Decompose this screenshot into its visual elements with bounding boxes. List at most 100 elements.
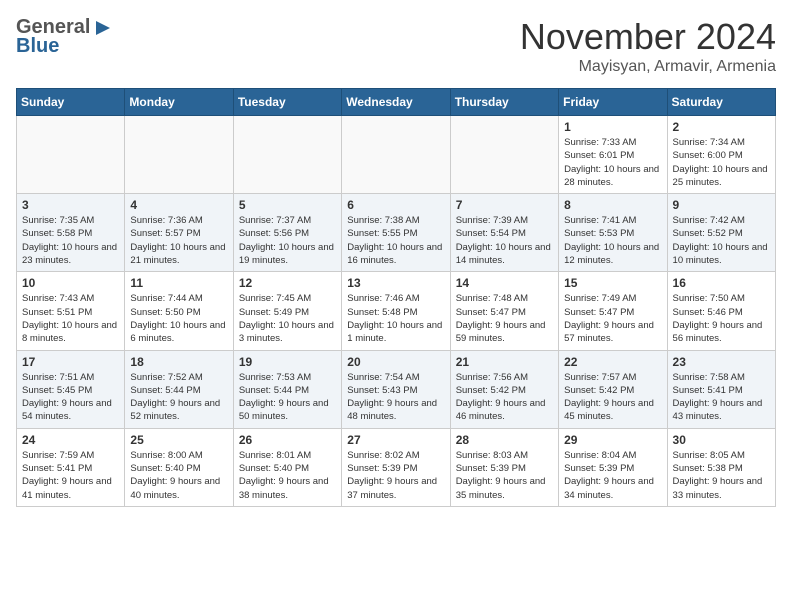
calendar-day-cell: 28 Sunrise: 8:03 AMSunset: 5:39 PMDayligh… — [450, 428, 558, 506]
day-info: Sunrise: 7:42 AMSunset: 5:52 PMDaylight:… — [673, 214, 770, 267]
day-info: Sunrise: 7:59 AMSunset: 5:41 PMDaylight:… — [22, 449, 119, 502]
day-info: Sunrise: 7:53 AMSunset: 5:44 PMDaylight:… — [239, 371, 336, 424]
calendar-header-friday: Friday — [559, 89, 667, 116]
calendar-day-cell: 6 Sunrise: 7:38 AMSunset: 5:55 PMDaylight… — [342, 194, 450, 272]
day-info: Sunrise: 7:46 AMSunset: 5:48 PMDaylight:… — [347, 292, 444, 345]
day-number: 27 — [347, 433, 444, 447]
day-number: 9 — [673, 198, 770, 212]
day-info: Sunrise: 8:01 AMSunset: 5:40 PMDaylight:… — [239, 449, 336, 502]
calendar-day-cell: 18 Sunrise: 7:52 AMSunset: 5:44 PMDayligh… — [125, 350, 233, 428]
calendar-day-cell: 23 Sunrise: 7:58 AMSunset: 5:41 PMDayligh… — [667, 350, 775, 428]
day-number: 19 — [239, 355, 336, 369]
location-subtitle: Mayisyan, Armavir, Armenia — [520, 58, 776, 76]
day-info: Sunrise: 7:58 AMSunset: 5:41 PMDaylight:… — [673, 371, 770, 424]
day-info: Sunrise: 8:02 AMSunset: 5:39 PMDaylight:… — [347, 449, 444, 502]
calendar-day-cell: 5 Sunrise: 7:37 AMSunset: 5:56 PMDaylight… — [233, 194, 341, 272]
day-number: 13 — [347, 276, 444, 290]
month-title: November 2024 — [520, 16, 776, 58]
calendar-day-cell: 11 Sunrise: 7:44 AMSunset: 5:50 PMDayligh… — [125, 272, 233, 350]
day-number: 23 — [673, 355, 770, 369]
calendar-day-cell: 22 Sunrise: 7:57 AMSunset: 5:42 PMDayligh… — [559, 350, 667, 428]
day-info: Sunrise: 7:50 AMSunset: 5:46 PMDaylight:… — [673, 292, 770, 345]
calendar-day-cell — [125, 116, 233, 194]
calendar-day-cell — [17, 116, 125, 194]
day-info: Sunrise: 7:35 AMSunset: 5:58 PMDaylight:… — [22, 214, 119, 267]
day-number: 11 — [130, 276, 227, 290]
calendar-day-cell — [233, 116, 341, 194]
calendar-header-row: SundayMondayTuesdayWednesdayThursdayFrid… — [17, 89, 776, 116]
calendar-day-cell: 21Sunrise: 7:56 AMSunset: 5:42 PMDayligh… — [450, 350, 558, 428]
day-info: Sunrise: 7:38 AMSunset: 5:55 PMDaylight:… — [347, 214, 444, 267]
day-info: Sunrise: 8:03 AMSunset: 5:39 PMDaylight:… — [456, 449, 553, 502]
day-info: Sunrise: 7:51 AMSunset: 5:45 PMDaylight:… — [22, 371, 119, 424]
day-number: 26 — [239, 433, 336, 447]
calendar-day-cell: 24 Sunrise: 7:59 AMSunset: 5:41 PMDayligh… — [17, 428, 125, 506]
day-info: Sunrise: 7:37 AMSunset: 5:56 PMDaylight:… — [239, 214, 336, 267]
day-number: 10 — [22, 276, 119, 290]
day-number: 5 — [239, 198, 336, 212]
day-info: Sunrise: 7:34 AMSunset: 6:00 PMDaylight:… — [673, 136, 770, 189]
day-info: Sunrise: 8:00 AMSunset: 5:40 PMDaylight:… — [130, 449, 227, 502]
day-number: 3 — [22, 198, 119, 212]
calendar-day-cell: 17 Sunrise: 7:51 AMSunset: 5:45 PMDayligh… — [17, 350, 125, 428]
day-number: 15 — [564, 276, 661, 290]
day-number: 4 — [130, 198, 227, 212]
day-number: 30 — [673, 433, 770, 447]
calendar-header-thursday: Thursday — [450, 89, 558, 116]
calendar-day-cell: 1Sunrise: 7:33 AMSunset: 6:01 PMDaylight… — [559, 116, 667, 194]
calendar-day-cell: 27 Sunrise: 8:02 AMSunset: 5:39 PMDayligh… — [342, 428, 450, 506]
calendar-week-row: 17 Sunrise: 7:51 AMSunset: 5:45 PMDayligh… — [17, 350, 776, 428]
day-info: Sunrise: 8:05 AMSunset: 5:38 PMDaylight:… — [673, 449, 770, 502]
day-info: Sunrise: 7:33 AMSunset: 6:01 PMDaylight:… — [564, 136, 661, 189]
calendar-day-cell: 19 Sunrise: 7:53 AMSunset: 5:44 PMDayligh… — [233, 350, 341, 428]
day-number: 18 — [130, 355, 227, 369]
calendar-header-wednesday: Wednesday — [342, 89, 450, 116]
calendar-day-cell — [450, 116, 558, 194]
page-header: General Blue November 2024 Mayisyan, Arm… — [16, 16, 776, 76]
day-number: 12 — [239, 276, 336, 290]
calendar-day-cell: 9 Sunrise: 7:42 AMSunset: 5:52 PMDaylight… — [667, 194, 775, 272]
day-number: 16 — [673, 276, 770, 290]
day-info: Sunrise: 7:44 AMSunset: 5:50 PMDaylight:… — [130, 292, 227, 345]
day-number: 7 — [456, 198, 553, 212]
day-number: 28 — [456, 433, 553, 447]
calendar-day-cell: 3 Sunrise: 7:35 AMSunset: 5:58 PMDaylight… — [17, 194, 125, 272]
calendar-week-row: 10Sunrise: 7:43 AMSunset: 5:51 PMDayligh… — [17, 272, 776, 350]
calendar-week-row: 24 Sunrise: 7:59 AMSunset: 5:41 PMDayligh… — [17, 428, 776, 506]
day-number: 6 — [347, 198, 444, 212]
day-info: Sunrise: 7:54 AMSunset: 5:43 PMDaylight:… — [347, 371, 444, 424]
calendar-day-cell: 20 Sunrise: 7:54 AMSunset: 5:43 PMDayligh… — [342, 350, 450, 428]
calendar-week-row: 1Sunrise: 7:33 AMSunset: 6:01 PMDaylight… — [17, 116, 776, 194]
calendar-day-cell: 14Sunrise: 7:48 AMSunset: 5:47 PMDayligh… — [450, 272, 558, 350]
day-info: Sunrise: 7:45 AMSunset: 5:49 PMDaylight:… — [239, 292, 336, 345]
day-info: Sunrise: 8:04 AMSunset: 5:39 PMDaylight:… — [564, 449, 661, 502]
calendar-day-cell — [342, 116, 450, 194]
calendar-header-saturday: Saturday — [667, 89, 775, 116]
logo-blue-text: Blue — [16, 35, 59, 58]
calendar-day-cell: 30 Sunrise: 8:05 AMSunset: 5:38 PMDayligh… — [667, 428, 775, 506]
day-number: 2 — [673, 120, 770, 134]
day-number: 21 — [456, 355, 553, 369]
day-info: Sunrise: 7:57 AMSunset: 5:42 PMDaylight:… — [564, 371, 661, 424]
title-area: November 2024 Mayisyan, Armavir, Armenia — [520, 16, 776, 76]
day-info: Sunrise: 7:41 AMSunset: 5:53 PMDaylight:… — [564, 214, 661, 267]
day-number: 22 — [564, 355, 661, 369]
calendar-day-cell: 12 Sunrise: 7:45 AMSunset: 5:49 PMDayligh… — [233, 272, 341, 350]
day-info: Sunrise: 7:36 AMSunset: 5:57 PMDaylight:… — [130, 214, 227, 267]
calendar-day-cell: 16 Sunrise: 7:50 AMSunset: 5:46 PMDayligh… — [667, 272, 775, 350]
day-number: 14 — [456, 276, 553, 290]
calendar-day-cell: 25Sunrise: 8:00 AMSunset: 5:40 PMDayligh… — [125, 428, 233, 506]
calendar-header-monday: Monday — [125, 89, 233, 116]
day-number: 17 — [22, 355, 119, 369]
day-number: 24 — [22, 433, 119, 447]
logo: General Blue — [16, 16, 112, 58]
calendar-day-cell: 29 Sunrise: 8:04 AMSunset: 5:39 PMDayligh… — [559, 428, 667, 506]
logo-flag-icon — [94, 19, 112, 37]
calendar-day-cell: 7Sunrise: 7:39 AMSunset: 5:54 PMDaylight… — [450, 194, 558, 272]
day-number: 8 — [564, 198, 661, 212]
day-number: 20 — [347, 355, 444, 369]
calendar-table: SundayMondayTuesdayWednesdayThursdayFrid… — [16, 88, 776, 507]
day-number: 29 — [564, 433, 661, 447]
day-info: Sunrise: 7:52 AMSunset: 5:44 PMDaylight:… — [130, 371, 227, 424]
calendar-header-tuesday: Tuesday — [233, 89, 341, 116]
